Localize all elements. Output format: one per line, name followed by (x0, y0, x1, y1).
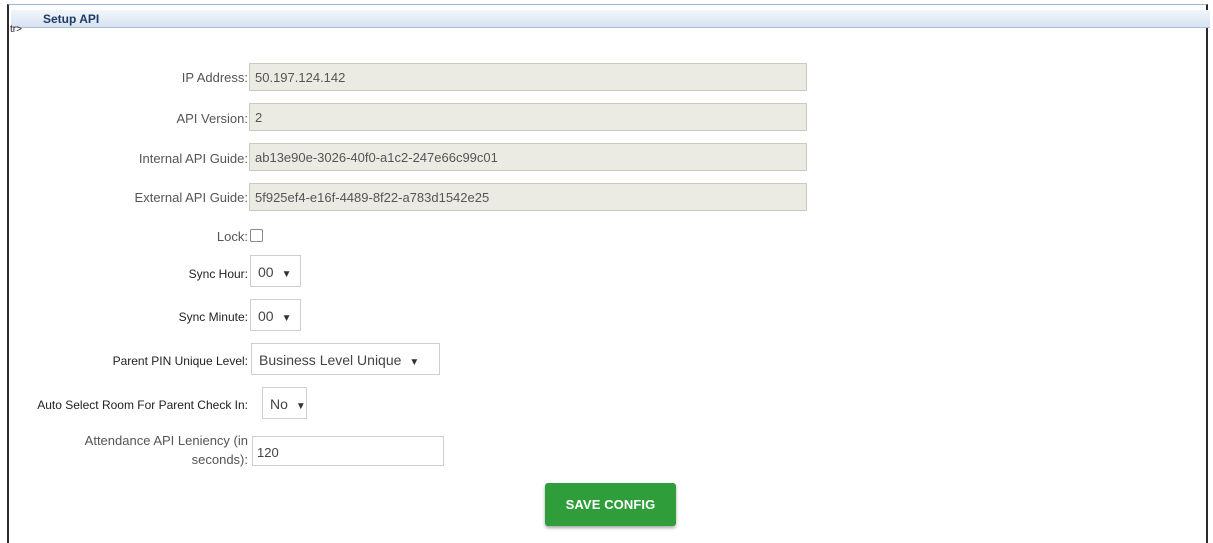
lock-label: Lock: (216, 229, 248, 244)
api-version-field[interactable]: 2 (249, 103, 807, 131)
attendance-leniency-input[interactable]: 120 (252, 436, 444, 466)
parent-pin-unique-level-value: Business Level Unique (259, 352, 402, 368)
ip-address-field[interactable]: 50.197.124.142 (249, 63, 807, 91)
stray-markup-text: tr> (10, 24, 22, 35)
lock-checkbox[interactable] (250, 229, 263, 242)
sync-minute-label: Sync Minute: (178, 310, 248, 324)
api-version-label: API Version: (176, 111, 248, 126)
save-config-button[interactable]: SAVE CONFIG (545, 483, 676, 526)
sync-minute-value: 00 (258, 308, 274, 324)
auto-select-room-select[interactable]: No ▼ (262, 387, 307, 419)
attendance-leniency-label-line1: Attendance API Leniency (in (84, 433, 248, 448)
caret-down-icon: ▼ (281, 313, 292, 324)
panel-title: Setup API (43, 12, 100, 26)
sync-minute-select[interactable]: 00 ▼ (250, 299, 301, 331)
external-api-guide-field[interactable]: 5f925ef4-e16f-4489-8f22-a783d1542e25 (249, 183, 807, 211)
auto-select-room-label: Auto Select Room For Parent Check In: (37, 398, 248, 412)
parent-pin-unique-level-label: Parent PIN Unique Level: (112, 354, 248, 368)
auto-select-room-value: No (270, 396, 288, 412)
caret-down-icon: ▼ (295, 401, 306, 412)
panel-header: Setup API (11, 10, 1210, 28)
internal-api-guide-field[interactable]: ab13e90e-3026-40f0-a1c2-247e66c99c01 (249, 143, 807, 171)
external-api-guide-label: External API Guide: (134, 190, 248, 205)
caret-down-icon: ▼ (409, 357, 420, 368)
internal-api-guide-label: Internal API Guide: (138, 151, 248, 166)
sync-hour-value: 00 (258, 264, 274, 280)
attendance-leniency-label-line2: seconds): (191, 452, 248, 467)
ip-address-label: IP Address: (181, 70, 248, 85)
parent-pin-unique-level-select[interactable]: Business Level Unique ▼ (251, 343, 440, 375)
sync-hour-select[interactable]: 00 ▼ (250, 255, 301, 287)
sync-hour-label: Sync Hour: (188, 267, 248, 281)
caret-down-icon: ▼ (281, 269, 292, 280)
